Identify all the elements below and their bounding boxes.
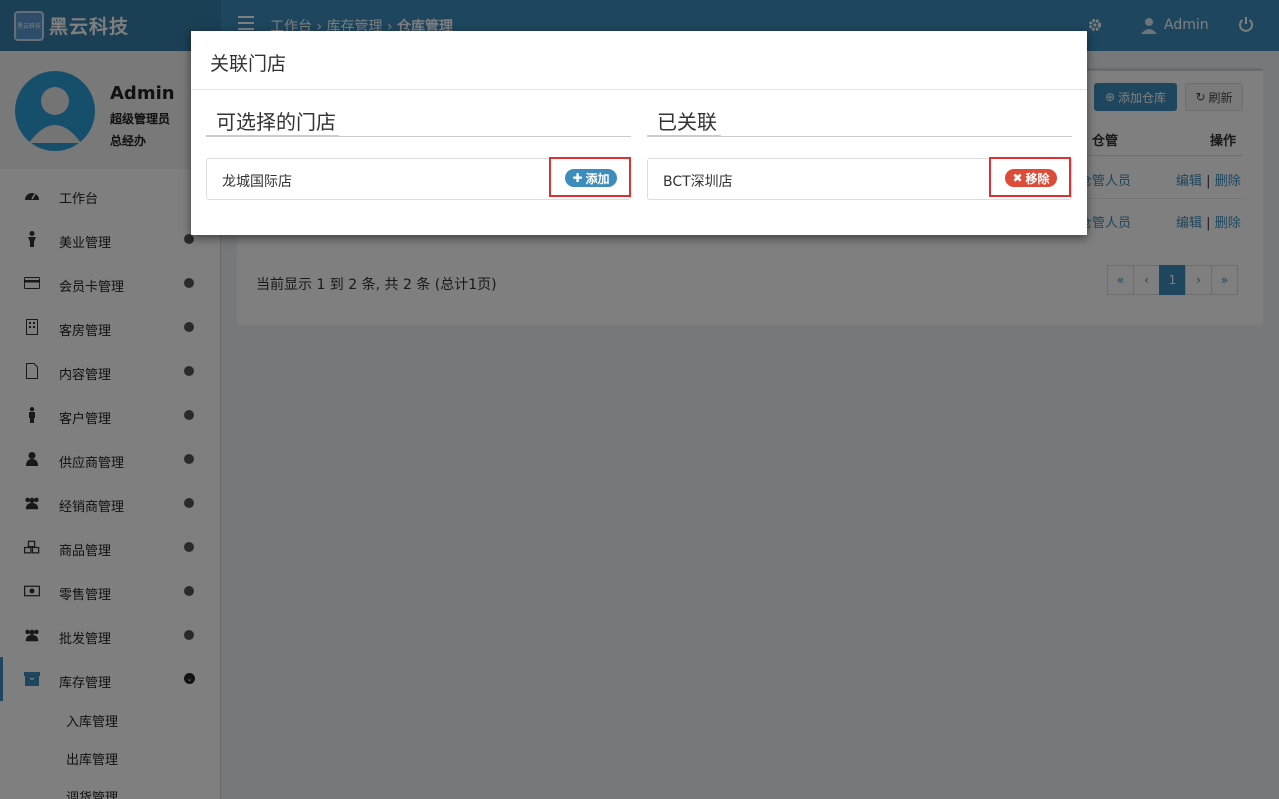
store-name: 龙城国际店: [222, 174, 292, 190]
remove-store-label: 移除: [1025, 171, 1050, 186]
available-stores-title: 可选择的门店: [216, 110, 336, 134]
plus-icon: ✚: [572, 171, 583, 185]
remove-store-highlight: ✖ 移除: [989, 157, 1071, 197]
close-icon: ✖: [1012, 171, 1023, 185]
add-store-label: 添加: [585, 171, 610, 186]
remove-store-button[interactable]: ✖ 移除: [1005, 169, 1057, 187]
modal-title: 关联门店: [210, 53, 287, 75]
linked-stores-title: 已关联: [657, 110, 717, 134]
add-store-highlight: ✚ 添加: [549, 157, 631, 197]
modal-header-divider: [191, 89, 1087, 90]
link-stores-modal: 关联门店 可选择的门店 龙城国际店 ✚ 添加 已关联 BCT深圳店 ✖ 移除: [191, 31, 1087, 235]
store-name: BCT深圳店: [663, 174, 733, 190]
linked-stores-underline: [647, 135, 721, 137]
available-stores-underline: [206, 135, 339, 137]
add-store-button[interactable]: ✚ 添加: [565, 169, 617, 187]
